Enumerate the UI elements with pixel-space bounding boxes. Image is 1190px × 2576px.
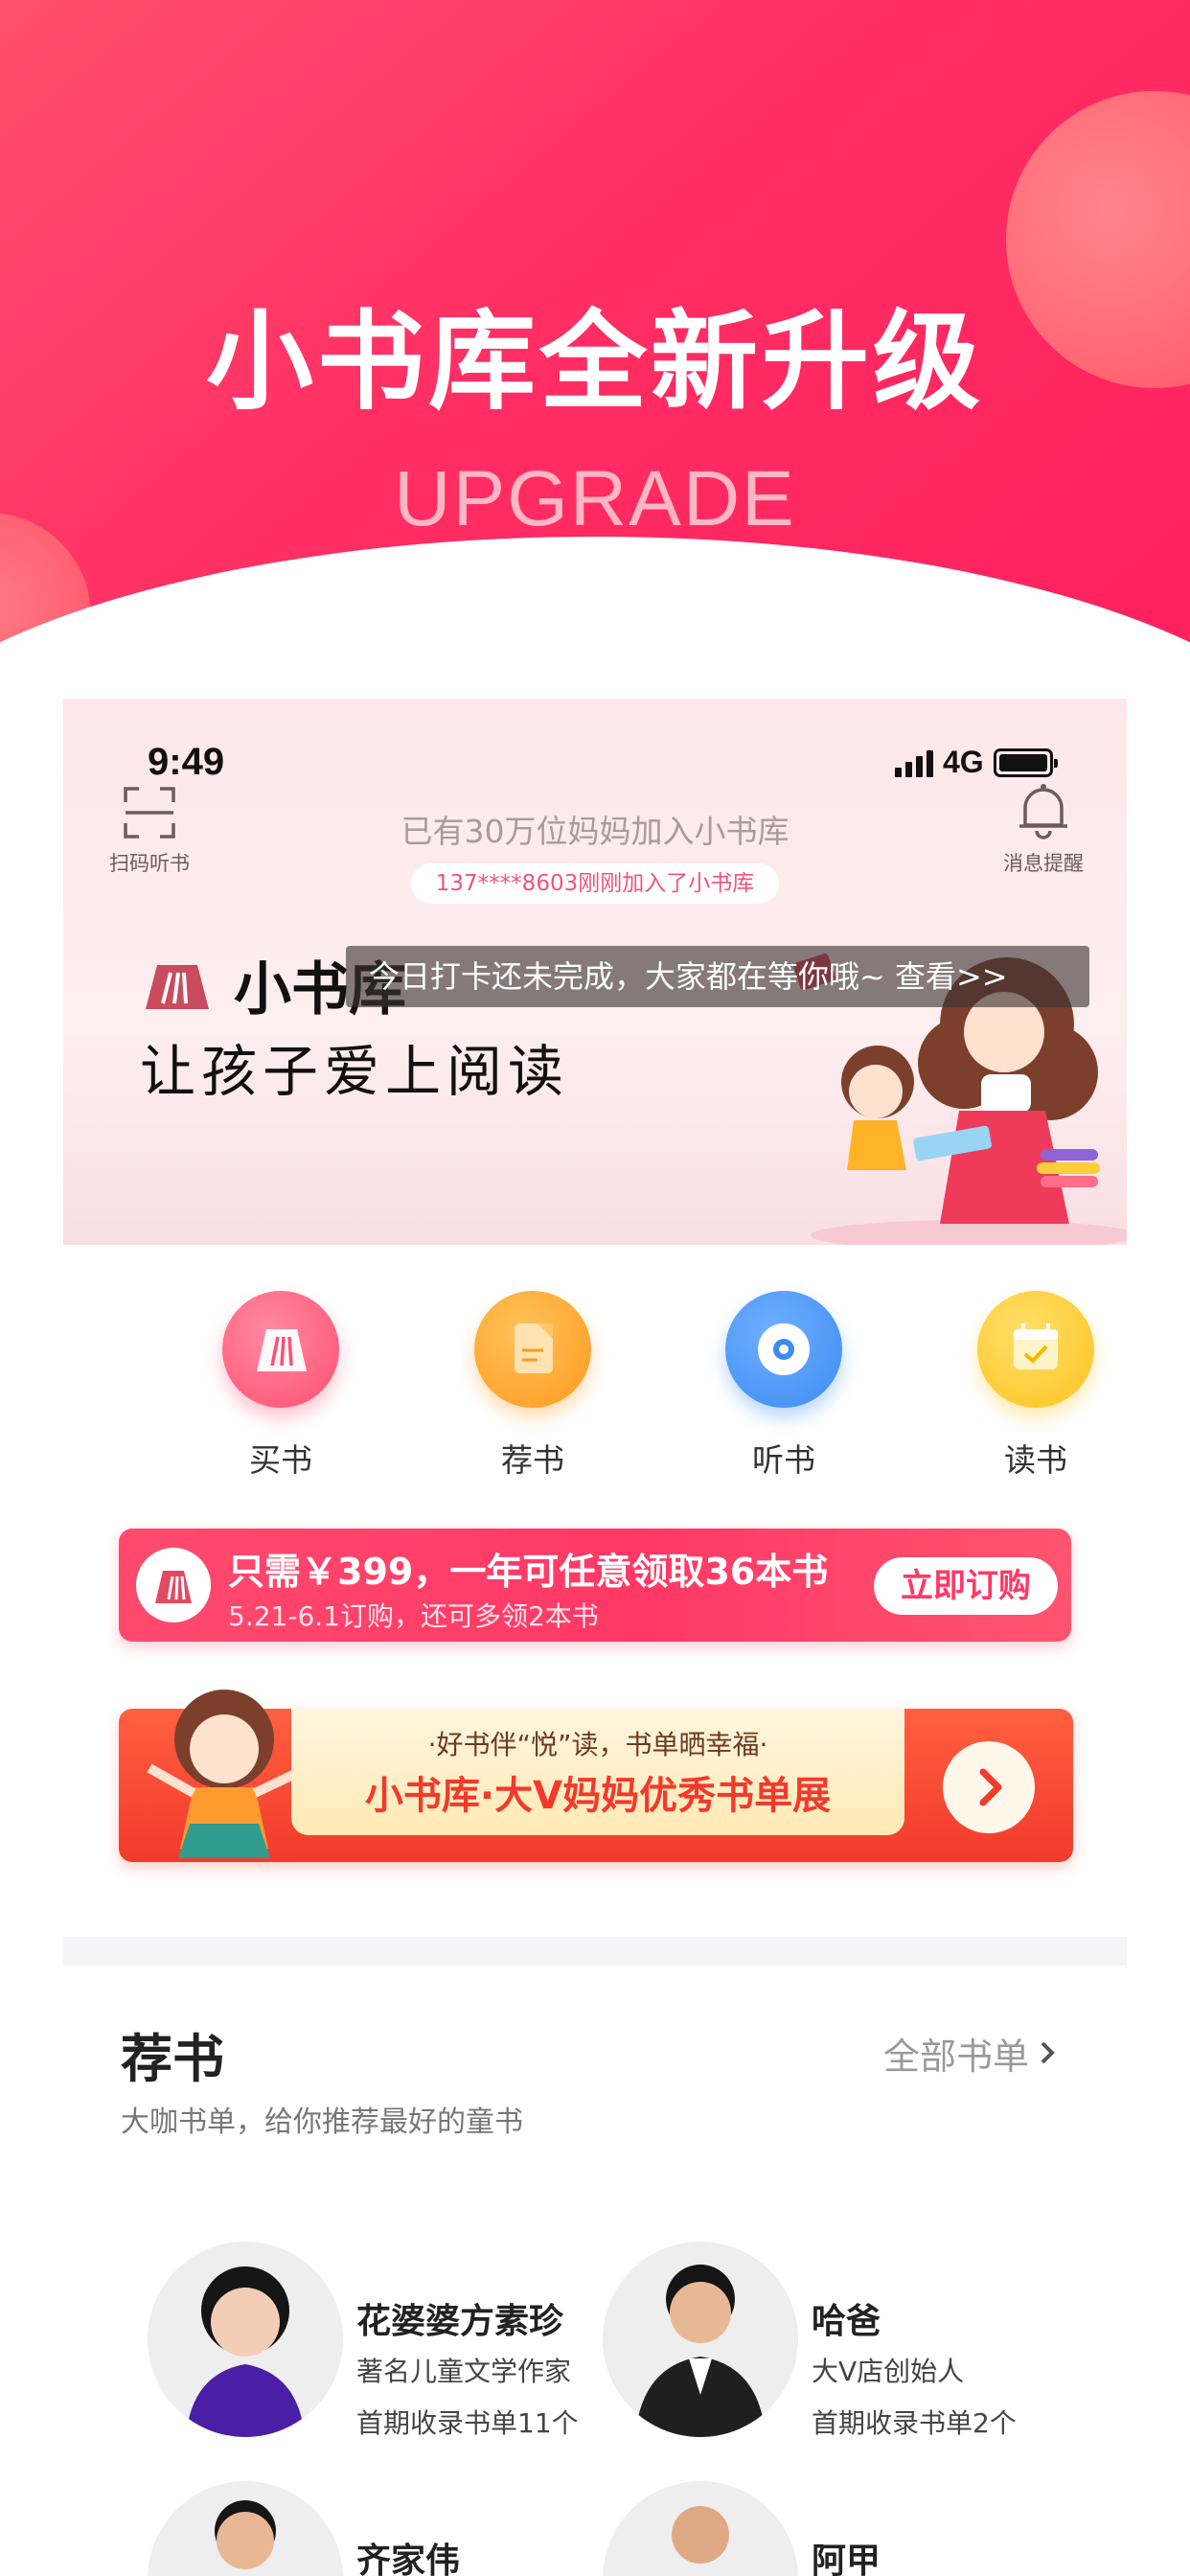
- battery-icon: [993, 748, 1058, 777]
- checkin-toast[interactable]: 今日打卡还未完成，大家都在等你哦~ 查看>>: [346, 946, 1089, 1007]
- expert-name: 阿甲: [812, 2541, 881, 2576]
- category-listen-books[interactable]: 听书: [702, 1291, 865, 1481]
- scan-label: 扫码听书: [109, 852, 190, 875]
- network-type: 4G: [943, 745, 984, 779]
- subscription-promo-banner[interactable]: 只需￥399，一年可任意领取36本书 5.21-6.1订购，还可多领2本书 立即…: [119, 1529, 1071, 1642]
- all-booklists-label: 全部书单: [883, 2036, 1030, 2078]
- expert-booklist-count: 首期收录书单11个: [356, 2407, 579, 2439]
- expert-name: 哈爸: [812, 2301, 881, 2341]
- arrow-right-icon[interactable]: [943, 1741, 1035, 1833]
- booklist-showcase-banner[interactable]: ·好书伴“悦”读，书单晒幸福· 小书库·大V妈妈优秀书单展: [119, 1690, 1073, 1862]
- category-recommend-books[interactable]: 荐书: [451, 1291, 614, 1481]
- all-booklists-link[interactable]: 全部书单: [883, 2027, 1056, 2080]
- notification-button[interactable]: 消息提醒: [991, 781, 1096, 877]
- avatar: [603, 2242, 798, 2437]
- category-label: 荐书: [501, 1441, 564, 1479]
- join-notice-pill: 137****8603刚刚加入了小书库: [411, 863, 779, 904]
- notification-label: 消息提醒: [1003, 852, 1084, 875]
- mom-illustration: [136, 1680, 309, 1862]
- category-nav: 买书 荐书 听书 读书: [63, 1291, 1127, 1483]
- book-stack-icon: [222, 1291, 339, 1408]
- category-label: 买书: [249, 1441, 312, 1479]
- brand-slogan: 让孩子爱上阅读: [140, 1039, 570, 1104]
- top-banner: 9:49 4G 扫码听书 已有30万位妈妈加入小书库 137****8603刚刚…: [63, 699, 1127, 1251]
- category-label: 听书: [752, 1441, 815, 1479]
- disc-icon: [725, 1291, 842, 1408]
- expert-card[interactable]: 花婆婆方素珍 著名儿童文学作家 首期收录书单11个: [148, 2242, 598, 2443]
- expert-title: 大V店创始人: [812, 2356, 965, 2387]
- status-time: 9:49: [148, 741, 225, 783]
- section-subtitle: 大咖书单，给你推荐最好的童书: [121, 2105, 523, 2139]
- status-indicators: 4G: [895, 745, 1058, 780]
- chevron-right-icon: [1039, 2033, 1056, 2075]
- join-count-text: 已有30万位妈妈加入小书库: [400, 813, 790, 850]
- expert-card[interactable]: 阿甲: [603, 2481, 1053, 2576]
- showcase-tagline: ·好书伴“悦”读，书单晒幸福·: [427, 1729, 768, 1760]
- section-title: 荐书: [121, 2029, 224, 2089]
- brand-logo-icon: [136, 1548, 211, 1622]
- promo-subtext: 5.21-6.1订购，还可多领2本书: [228, 1600, 599, 1632]
- hero-subtitle: UPGRADE: [394, 455, 796, 542]
- category-label: 读书: [1004, 1441, 1067, 1479]
- expert-name: 齐家伟: [356, 2541, 461, 2576]
- category-buy-books[interactable]: 买书: [199, 1291, 362, 1481]
- app-screen: 9:49 4G 扫码听书 已有30万位妈妈加入小书库 137****8603刚刚…: [63, 699, 1127, 2576]
- hero-title: 小书库全新升级: [206, 300, 984, 425]
- avatar: [148, 2242, 343, 2437]
- bell-icon: [1016, 781, 1071, 840]
- showcase-ribbon: ·好书伴“悦”读，书单晒幸福· 小书库·大V妈妈优秀书单展: [291, 1709, 904, 1835]
- category-read-books[interactable]: 读书: [954, 1291, 1117, 1481]
- promo-headline: 只需￥399，一年可任意领取36本书: [228, 1551, 829, 1593]
- showcase-title: 小书库·大V妈妈优秀书单展: [364, 1774, 832, 1818]
- subscribe-now-button[interactable]: 立即订购: [874, 1557, 1058, 1615]
- expert-name: 花婆婆方素珍: [356, 2301, 564, 2341]
- avatar: [148, 2481, 343, 2576]
- avatar: [603, 2481, 798, 2576]
- document-icon: [474, 1291, 591, 1408]
- section-divider: [63, 1937, 1127, 1966]
- calendar-check-icon: [977, 1291, 1094, 1408]
- signal-icon: [895, 748, 933, 777]
- expert-card[interactable]: 齐家伟: [148, 2481, 598, 2576]
- expert-booklist-count: 首期收录书单2个: [812, 2407, 1017, 2439]
- expert-title: 著名儿童文学作家: [356, 2356, 572, 2387]
- brand-logo-icon: [140, 959, 213, 1011]
- hero-banner: 小书库全新升级 UPGRADE: [0, 0, 1190, 748]
- expert-card[interactable]: 哈爸 大V店创始人 首期收录书单2个: [603, 2242, 1053, 2443]
